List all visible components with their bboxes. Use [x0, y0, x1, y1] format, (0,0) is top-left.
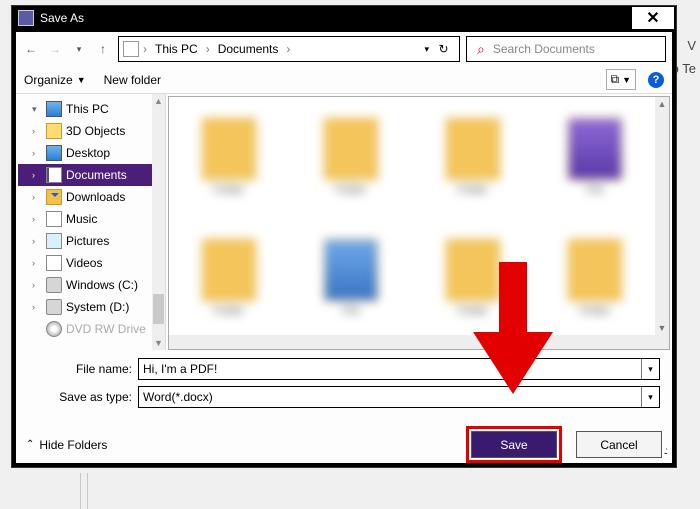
- expand-icon[interactable]: ›: [32, 302, 42, 312]
- chevron-right-icon[interactable]: ›: [284, 42, 292, 56]
- chevron-right-icon[interactable]: ›: [141, 42, 149, 56]
- documents-icon: [46, 167, 62, 183]
- expand-icon[interactable]: ›: [32, 258, 42, 268]
- pc-icon: [46, 101, 62, 117]
- content-scrollbar-v[interactable]: ▲ ▼: [655, 97, 669, 335]
- drive-icon: [46, 277, 62, 293]
- tree-item-3d-objects[interactable]: › 3D Objects: [18, 120, 165, 142]
- save-fields: File name: Hi, I'm a PDF! ▾ Save as type…: [16, 350, 672, 418]
- expand-icon[interactable]: ›: [32, 214, 42, 224]
- drive-icon: [46, 299, 62, 315]
- chevron-up-icon: ⌃: [26, 439, 34, 450]
- search-icon: ⌕: [477, 41, 485, 58]
- expand-icon[interactable]: ›: [32, 126, 42, 136]
- expand-icon[interactable]: ›: [32, 170, 42, 180]
- titlebar: Save As ✕: [12, 6, 676, 30]
- scroll-up-icon[interactable]: ▲: [152, 94, 165, 108]
- tree-item-this-pc[interactable]: ▾ This PC: [18, 98, 165, 120]
- collapse-icon[interactable]: ▾: [32, 104, 42, 115]
- scroll-thumb[interactable]: [153, 294, 164, 324]
- file-name-input[interactable]: Hi, I'm a PDF! ▾: [138, 358, 660, 380]
- expand-icon[interactable]: ›: [32, 236, 42, 246]
- forward-button[interactable]: →: [46, 40, 64, 58]
- file-list-pane[interactable]: Folder Folder Folder File Folder File Fo…: [168, 96, 670, 350]
- tree-item-downloads[interactable]: › Downloads: [18, 186, 165, 208]
- callout-highlight: Save: [466, 426, 562, 463]
- refresh-button[interactable]: ↻: [431, 42, 455, 56]
- chevron-down-icon[interactable]: ▾: [641, 387, 659, 407]
- tree-item-drive-c[interactable]: › Windows (C:): [18, 274, 165, 296]
- resize-grip[interactable]: ..:: [664, 446, 666, 457]
- scroll-down-icon[interactable]: ▼: [655, 321, 669, 335]
- chevron-down-icon: ▼: [622, 75, 631, 85]
- folder-icon: [46, 123, 62, 139]
- tree-item-desktop[interactable]: › Desktop: [18, 142, 165, 164]
- help-button[interactable]: ?: [648, 72, 664, 88]
- tree-item-pictures[interactable]: › Pictures: [18, 230, 165, 252]
- tree-item-drive-d[interactable]: › System (D:): [18, 296, 165, 318]
- breadcrumb-this-pc[interactable]: This PC: [151, 40, 202, 58]
- view-options-button[interactable]: ⧉ ▼: [606, 69, 637, 90]
- scroll-down-icon[interactable]: ▼: [152, 336, 165, 350]
- new-folder-button[interactable]: New folder: [104, 73, 161, 87]
- tree-item-documents[interactable]: › Documents: [18, 164, 165, 186]
- music-icon: [46, 211, 62, 227]
- save-button[interactable]: Save: [471, 431, 557, 458]
- desktop-icon: [46, 145, 62, 161]
- tree-scrollbar[interactable]: ▲ ▼: [152, 94, 165, 350]
- cancel-button[interactable]: Cancel: [576, 431, 662, 458]
- save-as-type-select[interactable]: Word(*.docx) ▾: [138, 386, 660, 408]
- app-icon: [18, 10, 34, 26]
- dialog-footer: ⌃ Hide Folders Save Cancel: [16, 418, 672, 463]
- hide-folders-toggle[interactable]: ⌃ Hide Folders: [26, 438, 107, 452]
- nav-row: ← → ▾ ↑ › This PC › Documents › ▾ ↻ ⌕: [16, 32, 672, 66]
- folder-tree[interactable]: ▾ This PC › 3D Objects › Desktop: [16, 94, 166, 350]
- chevron-down-icon: ▼: [77, 75, 86, 85]
- toolbar: Organize ▼ New folder ⧉ ▼ ?: [16, 66, 672, 94]
- address-dropdown[interactable]: ▾: [424, 44, 429, 55]
- expand-icon[interactable]: ›: [32, 280, 42, 290]
- pictures-icon: [46, 233, 62, 249]
- videos-icon: [46, 255, 62, 271]
- file-name-label: File name:: [28, 362, 138, 376]
- close-button[interactable]: ✕: [632, 7, 674, 29]
- location-icon: [123, 41, 139, 57]
- chevron-right-icon[interactable]: ›: [204, 42, 212, 56]
- breadcrumb-documents[interactable]: Documents: [214, 40, 283, 58]
- address-bar[interactable]: › This PC › Documents › ▾ ↻: [118, 36, 460, 62]
- downloads-icon: [46, 189, 62, 205]
- dvd-icon: [46, 321, 62, 337]
- content-scrollbar-h[interactable]: [169, 335, 669, 349]
- chevron-down-icon[interactable]: ▾: [641, 359, 659, 379]
- save-as-type-label: Save as type:: [28, 390, 138, 404]
- background-divider: [80, 473, 88, 509]
- tree-item-videos[interactable]: › Videos: [18, 252, 165, 274]
- file-items-blurred: Folder Folder Folder File Folder File Fo…: [173, 101, 651, 333]
- expand-icon[interactable]: ›: [32, 192, 42, 202]
- window-title: Save As: [40, 11, 632, 25]
- recent-locations-dropdown[interactable]: ▾: [70, 40, 88, 58]
- organize-menu[interactable]: Organize ▼: [24, 73, 86, 87]
- scroll-up-icon[interactable]: ▲: [655, 97, 669, 111]
- search-placeholder: Search Documents: [493, 42, 595, 56]
- tree-item-dvd-drive[interactable]: DVD RW Drive: [18, 318, 165, 340]
- expand-icon[interactable]: ›: [32, 148, 42, 158]
- up-button[interactable]: ↑: [94, 40, 112, 58]
- save-as-dialog: Save As ✕ ← → ▾ ↑ › This PC › Documents …: [11, 5, 677, 468]
- view-icon: ⧉: [611, 72, 620, 87]
- tree-item-music[interactable]: › Music: [18, 208, 165, 230]
- search-box[interactable]: ⌕ Search Documents: [466, 36, 666, 62]
- back-button[interactable]: ←: [22, 40, 40, 58]
